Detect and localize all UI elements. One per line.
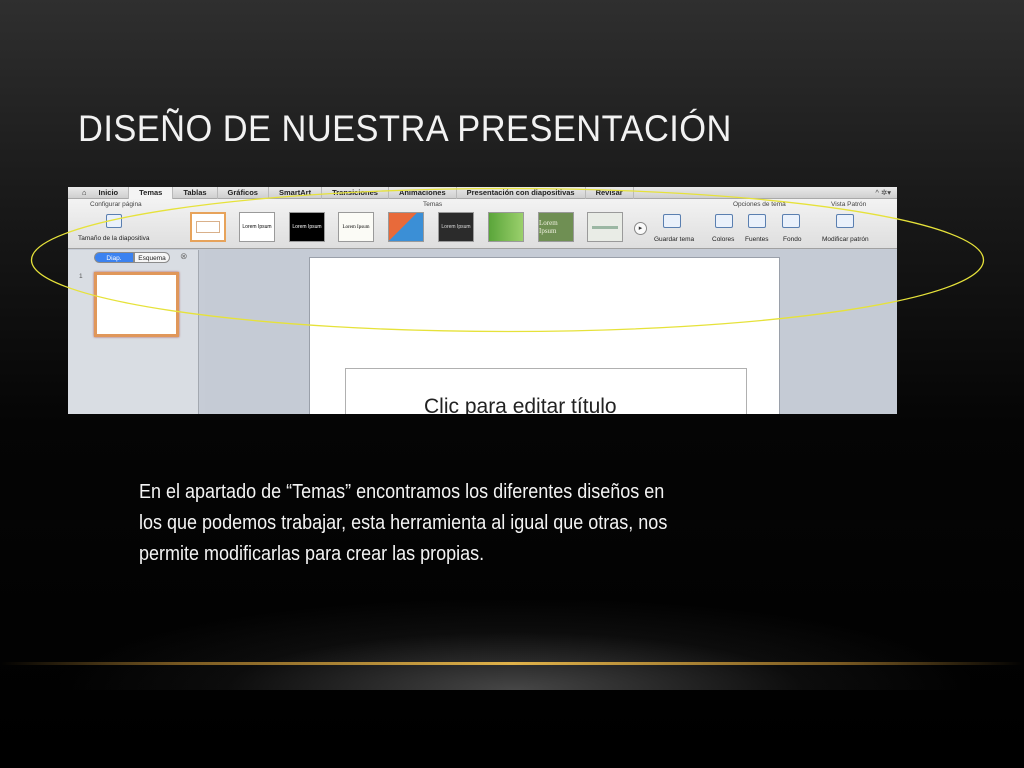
slide-canvas[interactable]: Clic para editar título (309, 257, 780, 414)
slide-number: 1 (79, 273, 83, 280)
editing-area: Clic para editar título (205, 250, 897, 414)
gold-divider (0, 662, 1024, 665)
colors-button[interactable]: Colores (712, 236, 734, 243)
fonts-button[interactable]: Fuentes (745, 236, 769, 243)
slide-size-button[interactable]: Tamaño de la diapositiva (78, 235, 150, 242)
tab-revisar[interactable]: Revisar (586, 187, 634, 199)
ribbon: Configurar página Tamaño de la diapositi… (68, 199, 897, 249)
theme-thumb-7[interactable] (488, 212, 524, 242)
edit-master-icon[interactable] (836, 214, 854, 228)
theme-thumb-2[interactable]: Lorem Ipsum (239, 212, 275, 242)
group-label-master-view: Vista Patrón (831, 201, 867, 208)
theme-thumb-label: Lorem Ipsum (342, 224, 370, 230)
theme-thumb-label: Lorem Ipsum (242, 224, 272, 230)
save-theme-button[interactable]: Guardar tema (654, 236, 694, 243)
slides-pane: Diap. Esquema ⊗ 1 (68, 250, 199, 414)
app-screenshot: ⌂ Inicio Temas Tablas Gráficos SmartArt … (68, 187, 897, 414)
theme-thumb-8[interactable]: Lorem Ipsum (538, 212, 574, 242)
slide-thumbnail[interactable] (94, 272, 179, 337)
save-theme-icon[interactable] (663, 214, 681, 228)
theme-thumb-1[interactable] (190, 212, 226, 242)
tab-temas[interactable]: Temas (129, 187, 174, 199)
background-button[interactable]: Fondo (783, 236, 801, 243)
theme-thumb-label: Lorem Ipsum (441, 224, 471, 230)
ribbon-tab-bar: ⌂ Inicio Temas Tablas Gráficos SmartArt … (68, 187, 897, 199)
tab-outline[interactable]: Esquema (134, 252, 170, 263)
group-label-themes: Temas (423, 201, 443, 208)
tab-presentacion[interactable]: Presentación con diapositivas (457, 187, 586, 199)
tab-graficos[interactable]: Gráficos (218, 187, 269, 199)
slide-size-icon[interactable] (106, 214, 122, 228)
fonts-icon[interactable] (748, 214, 766, 228)
tab-smartart[interactable]: SmartArt (269, 187, 323, 199)
themes-scroll-button[interactable]: ▸ (634, 222, 647, 235)
tab-animaciones[interactable]: Animaciones (389, 187, 457, 199)
close-icon[interactable]: ⊗ (180, 251, 188, 262)
tab-tablas[interactable]: Tablas (173, 187, 218, 199)
theme-thumb-label: Lorem Ipsum (292, 224, 322, 230)
body-text: En el apartado de “Temas” encontramos lo… (139, 481, 668, 565)
slide-title: DISEÑO DE NUESTRA PRESENTACIÓN (78, 108, 732, 149)
tab-slides[interactable]: Diap. (94, 252, 134, 263)
theme-thumb-3[interactable]: Lorem Ipsum (289, 212, 325, 242)
theme-thumb-5[interactable] (388, 212, 424, 242)
tab-inicio[interactable]: Inicio (89, 187, 130, 199)
theme-thumb-6[interactable]: Lorem Ipsum (438, 212, 474, 242)
theme-thumb-label: Lorem Ipsum (539, 219, 558, 235)
background-icon[interactable] (782, 214, 800, 228)
gear-icon[interactable]: ^ ✲▾ (875, 188, 897, 197)
group-label-page-setup: Configurar página (90, 201, 142, 208)
theme-thumb-4[interactable]: Lorem Ipsum (338, 212, 374, 242)
theme-thumb-9[interactable] (587, 212, 623, 242)
colors-icon[interactable] (715, 214, 733, 228)
title-placeholder[interactable]: Clic para editar título (345, 368, 747, 414)
edit-master-button[interactable]: Modificar patrón (822, 236, 869, 243)
tab-transiciones[interactable]: Transiciones (322, 187, 389, 199)
group-label-theme-options: Opciones de tema (733, 201, 786, 208)
title-placeholder-text: Clic para editar título (424, 395, 617, 414)
bottom-glow (60, 600, 970, 690)
